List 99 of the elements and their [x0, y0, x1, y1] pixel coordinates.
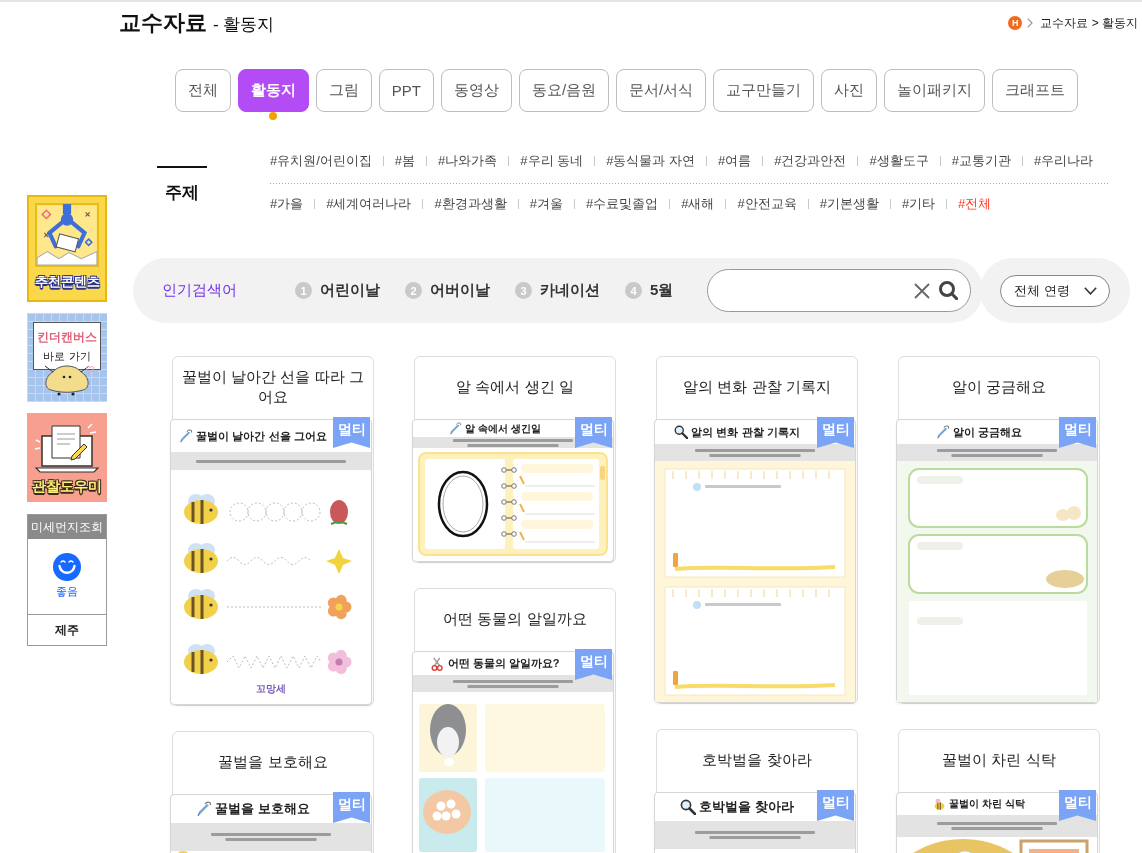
- topic-tag[interactable]: #새해: [681, 193, 715, 215]
- banner-title: 추천콘텐츠: [34, 273, 100, 291]
- keyword-link[interactable]: 어버이날: [430, 281, 490, 300]
- section-label: 주제: [164, 182, 200, 204]
- type-badge: 멀티: [1059, 790, 1096, 821]
- category-tab[interactable]: 그림: [315, 69, 372, 112]
- close-icon[interactable]: [914, 282, 930, 299]
- category-tab[interactable]: 놀이패키지: [884, 69, 986, 112]
- chevron-down-icon: [1083, 286, 1097, 295]
- breadcrumb-path: 교수자료 > 활동지: [1040, 14, 1138, 32]
- card-title: 알 속에서 생긴 일: [455, 378, 575, 398]
- worksheet-title: 알 속에서 생긴일: [465, 421, 541, 436]
- worksheet-card[interactable]: 꿀벌이 날아간 선을 따라 그어요 꿀벌이 날아간 선을 그어요 꼬망세 멀티: [172, 356, 374, 706]
- topic-tag[interactable]: #동식물과 자연: [606, 150, 695, 172]
- topic-tag[interactable]: #생활도구: [869, 150, 929, 172]
- category-tab[interactable]: 전체: [174, 69, 231, 112]
- region-label: 제주: [55, 621, 79, 639]
- topic-tag[interactable]: #가을: [270, 193, 304, 215]
- worksheet-card[interactable]: 알 속에서 생긴 일 알 속에서 생긴일 멀티: [414, 356, 616, 563]
- topic-tag[interactable]: #유치원/어린이집: [270, 150, 372, 172]
- topic-tag[interactable]: #우리 동네: [520, 150, 584, 172]
- keyword-link[interactable]: 카네이션: [540, 281, 600, 300]
- card-title: 알이 궁금해요: [951, 378, 1047, 398]
- laptop-drawing: [34, 422, 100, 474]
- claw-machine-drawing: [34, 202, 100, 268]
- type-badge: 멀티: [575, 417, 612, 448]
- worksheet-title: 어떤 동물의 알일까요?: [447, 656, 560, 671]
- worksheet-title: 호박벌을 찾아라: [699, 798, 794, 816]
- type-badge: 멀티: [817, 417, 854, 448]
- topic-tag[interactable]: #우리나라: [1033, 150, 1094, 172]
- topic-tag[interactable]: #교통기관: [951, 150, 1011, 172]
- category-tab[interactable]: PPT: [378, 69, 434, 112]
- type-badge: 멀티: [333, 417, 370, 448]
- worksheet-card[interactable]: 알의 변화 관찰 기록지 알의 변화 관찰 기록지 멀티: [656, 356, 858, 704]
- type-badge: 멀티: [817, 790, 854, 821]
- magnifier-icon: [680, 799, 697, 815]
- worksheet-title: 꿀벌이 차린 식탁: [949, 797, 1025, 811]
- card-title: 어떤 동물의 알일까요: [442, 610, 588, 630]
- category-tab[interactable]: 교구만들기: [713, 69, 815, 112]
- worksheet-title: 꿀벌을 보호해요: [215, 800, 310, 818]
- dust-status: 좋음: [56, 584, 78, 599]
- worksheet-card[interactable]: 꿀벌을 보호해요 꿀벌을 보호해요 멀티: [172, 731, 374, 853]
- worksheet-title: 알이 궁금해요: [952, 424, 1023, 440]
- banner-title: 관찰도우미: [32, 478, 102, 496]
- category-tab[interactable]: 활동지: [237, 69, 309, 112]
- topic-tag[interactable]: #기타: [901, 193, 936, 215]
- topic-tag[interactable]: #봄: [394, 150, 416, 172]
- worksheet-card[interactable]: 알이 궁금해요 알이 궁금해요 멀티: [898, 356, 1100, 704]
- bee-icon: [933, 797, 947, 811]
- chevron-right-icon: [1027, 18, 1034, 28]
- topic-tag[interactable]: #안전교육: [737, 193, 797, 215]
- category-tab[interactable]: 문서/서식: [616, 69, 707, 112]
- topic-tag[interactable]: #기본생활: [819, 193, 879, 215]
- worksheet-card[interactable]: 어떤 동물의 알일까요 어떤 동물의 알일까요? 멀티: [414, 588, 616, 853]
- pen-icon: [196, 801, 213, 817]
- card-title: 꿀벌이 날아간 선을 따라 그어요: [181, 368, 365, 407]
- card-title: 꿀벌을 보호해요: [217, 753, 329, 773]
- keyword-link[interactable]: 5월: [650, 281, 674, 300]
- worksheet-title: 꿀벌이 날아간 선을 그어요: [196, 428, 327, 444]
- page-subtitle: - 활동지: [213, 14, 275, 36]
- pen-icon: [935, 425, 950, 439]
- type-badge: 멀티: [1059, 417, 1096, 448]
- logo-text: 꼬망세: [255, 682, 287, 696]
- worksheet-title: 알의 변화 관찰 기록지: [691, 424, 800, 440]
- card-title: 호박벌을 찾아라: [701, 751, 813, 771]
- active-dot-icon: [269, 112, 278, 120]
- type-badge: 멀티: [333, 792, 370, 823]
- search-icon[interactable]: [939, 281, 958, 300]
- topic-tag[interactable]: #나와가족: [438, 150, 498, 172]
- worksheet-card[interactable]: 호박벌을 찾아라 호박벌을 찾아라 멀티: [656, 729, 858, 853]
- topic-tag[interactable]: #건강과안전: [774, 150, 847, 172]
- topic-tag[interactable]: #여름: [718, 150, 752, 172]
- topic-tag[interactable]: #겨울: [529, 193, 563, 215]
- card-title: 꿀벌이 차린 식탁: [941, 751, 1057, 771]
- card-title: 알의 변화 관찰 기록지: [682, 378, 832, 398]
- pen-icon: [449, 422, 463, 435]
- topic-tag[interactable]: #환경과생활: [434, 193, 507, 215]
- category-tab[interactable]: 동영상: [440, 69, 512, 112]
- category-tab[interactable]: 사진: [821, 69, 878, 112]
- pen-icon: [179, 429, 194, 443]
- promo-banner[interactable]: 킨더캔버스 바로 가기: [27, 313, 107, 402]
- category-tab[interactable]: 동요/음원: [518, 69, 610, 112]
- magnifier-icon: [674, 425, 689, 439]
- keyword-link[interactable]: 어린이날: [320, 281, 380, 300]
- banner-title: 킨더캔버스: [37, 328, 97, 346]
- topic-tag[interactable]: #세계여러나라: [326, 193, 412, 215]
- age-dropdown[interactable]: 전체 연령: [1000, 274, 1110, 307]
- banner-subtitle: 바로 가기: [43, 348, 91, 364]
- scissors-icon: [430, 656, 445, 671]
- smiley-icon: [53, 553, 81, 581]
- type-badge: 멀티: [575, 649, 612, 680]
- widget-header: 미세먼지조회: [28, 515, 106, 539]
- worksheet-card[interactable]: 꿀벌이 차린 식탁 꿀벌이 차린 식탁 멀티: [898, 729, 1100, 853]
- topic-tag[interactable]: #전체: [958, 193, 992, 215]
- popular-label: 인기검색어: [162, 281, 237, 300]
- search-field[interactable]: [707, 269, 971, 312]
- topic-tag[interactable]: #수료및졸업: [585, 193, 659, 215]
- page-title: 교수자료: [119, 9, 207, 37]
- category-tab[interactable]: 크래프트: [992, 69, 1079, 112]
